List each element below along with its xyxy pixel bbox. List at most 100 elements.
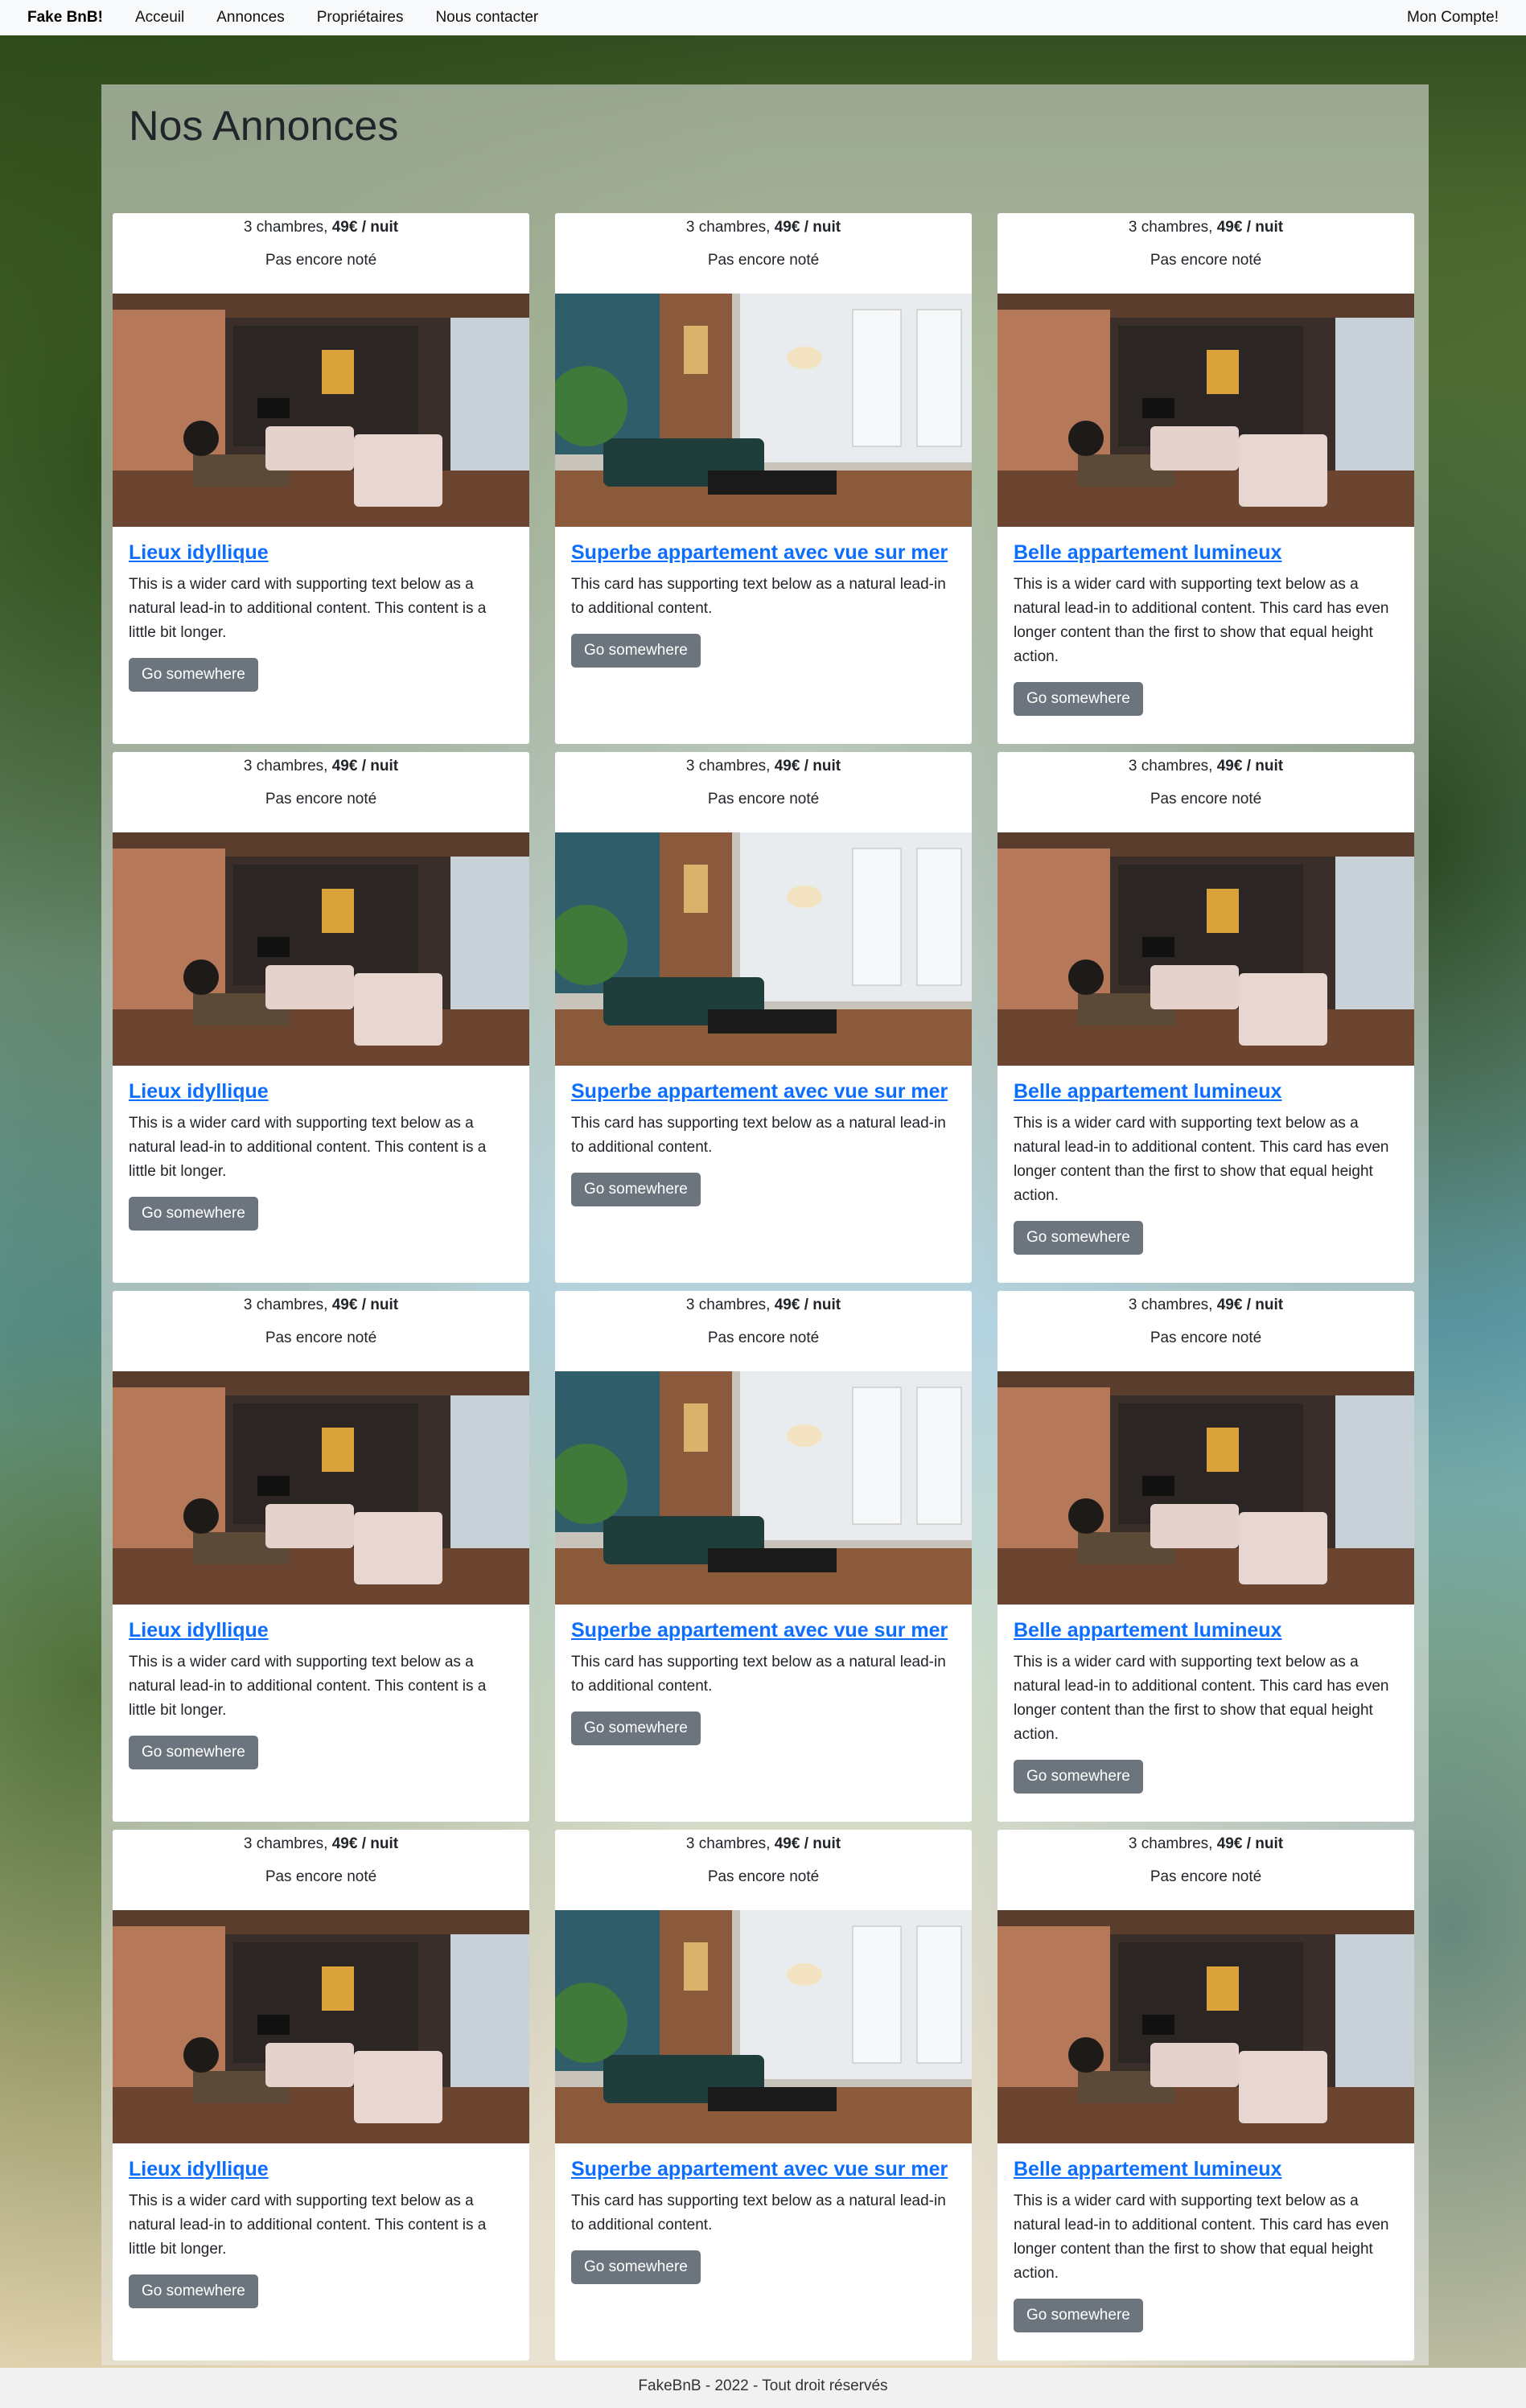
listing-description: This is a wider card with supporting tex… (1014, 2192, 1389, 2282)
card-header: 3 chambres, 49€ / nuit Pas encore noté (113, 1830, 529, 1910)
price-line: 3 chambres, 49€ / nuit (997, 1833, 1414, 1865)
nav-link-annonces[interactable]: Annonces (216, 9, 285, 27)
listing-description: This is a wider card with supporting tex… (129, 1654, 487, 1719)
listing-title-link[interactable]: Lieux idyllique (129, 1080, 269, 1103)
price-line: 3 chambres, 49€ / nuit (113, 755, 529, 787)
living-room-photo (555, 1910, 972, 2143)
listing-description: This is a wider card with supporting tex… (1014, 1115, 1389, 1204)
listing-card: 3 chambres, 49€ / nuit Pas encore noté Sup… (555, 1830, 972, 2361)
rating-status: Pas encore noté (265, 252, 377, 269)
listing-title-link[interactable]: Lieux idyllique (129, 541, 269, 565)
nav-link-accueil[interactable]: Acceuil (135, 9, 184, 27)
card-body: Superbe appartement avec vue sur mer This… (555, 2143, 972, 2299)
rooms-count: 3 chambres, (685, 1296, 775, 1313)
living-room-photo (997, 832, 1414, 1066)
price-line: 3 chambres, 49€ / nuit (555, 216, 972, 249)
listing-title-link[interactable]: Superbe appartement avec vue sur mer (571, 541, 948, 565)
navbar: Fake BnB! Acceuil Annonces Propriétaires… (0, 0, 1526, 35)
footer-text: FakeBnB - 2022 - Tout droit réservés (638, 2377, 888, 2394)
listing-description: This is a wider card with supporting tex… (129, 576, 487, 641)
card-header: 3 chambres, 49€ / nuit Pas encore noté (555, 1830, 972, 1910)
account-link[interactable]: Mon Compte! (1407, 9, 1499, 27)
rating-status: Pas encore noté (1150, 1329, 1262, 1346)
listing-title-link[interactable]: Belle appartement lumineux (1014, 1080, 1281, 1103)
card-body: Superbe appartement avec vue sur mer This… (555, 527, 972, 682)
rooms-count: 3 chambres, (1128, 219, 1217, 236)
go-somewhere-button[interactable]: Go somewhere (1014, 1221, 1143, 1255)
nav-link-contact[interactable]: Nous contacter (435, 9, 538, 27)
listing-title-link[interactable]: Belle appartement lumineux (1014, 1619, 1281, 1642)
price: 49€ / nuit (774, 219, 841, 236)
go-somewhere-button[interactable]: Go somewhere (571, 1173, 701, 1206)
card-body: Lieux idyllique This is a wider card with… (113, 1066, 529, 1245)
go-somewhere-button[interactable]: Go somewhere (571, 2250, 701, 2284)
price: 49€ / nuit (774, 758, 841, 775)
brand-link[interactable]: Fake BnB! (27, 9, 103, 27)
rating-status: Pas encore noté (1150, 252, 1262, 269)
price: 49€ / nuit (331, 219, 399, 236)
go-somewhere-button[interactable]: Go somewhere (1014, 682, 1143, 716)
price-line: 3 chambres, 49€ / nuit (997, 1294, 1414, 1326)
price: 49€ / nuit (1216, 219, 1284, 236)
go-somewhere-button[interactable]: Go somewhere (1014, 2299, 1143, 2332)
card-body: Superbe appartement avec vue sur mer This… (555, 1066, 972, 1221)
listing-title-link[interactable]: Belle appartement lumineux (1014, 2158, 1281, 2181)
rating-status: Pas encore noté (707, 252, 820, 269)
card-body: Belle appartement lumineux This is a wide… (997, 1605, 1414, 1808)
listing-description: This card has supporting text below as a… (571, 2192, 946, 2233)
card-header: 3 chambres, 49€ / nuit Pas encore noté (555, 213, 972, 294)
listing-title-link[interactable]: Superbe appartement avec vue sur mer (571, 2158, 948, 2181)
go-somewhere-button[interactable]: Go somewhere (571, 634, 701, 668)
go-somewhere-button[interactable]: Go somewhere (129, 1736, 258, 1769)
card-header: 3 chambres, 49€ / nuit Pas encore noté (113, 752, 529, 832)
card-header: 3 chambres, 49€ / nuit Pas encore noté (113, 213, 529, 294)
living-room-photo (555, 1371, 972, 1605)
price-line: 3 chambres, 49€ / nuit (555, 1294, 972, 1326)
rooms-count: 3 chambres, (685, 219, 775, 236)
price: 49€ / nuit (774, 1296, 841, 1313)
nav-link-proprietaires[interactable]: Propriétaires (317, 9, 404, 27)
card-header: 3 chambres, 49€ / nuit Pas encore noté (555, 752, 972, 832)
card-header: 3 chambres, 49€ / nuit Pas encore noté (997, 752, 1414, 832)
price: 49€ / nuit (1216, 1296, 1284, 1313)
listing-card: 3 chambres, 49€ / nuit Pas encore noté Bel… (997, 213, 1414, 744)
listing-description: This card has supporting text below as a… (571, 1115, 946, 1156)
listing-card: 3 chambres, 49€ / nuit Pas encore noté Lie… (113, 752, 529, 1283)
rating-status: Pas encore noté (265, 791, 377, 807)
listing-card: 3 chambres, 49€ / nuit Pas encore noté Bel… (997, 1291, 1414, 1822)
listing-title-link[interactable]: Lieux idyllique (129, 1619, 269, 1642)
listing-card: 3 chambres, 49€ / nuit Pas encore noté Lie… (113, 1291, 529, 1822)
main-container: Nos Annonces 3 chambres, 49€ / nuit Pas e… (101, 84, 1429, 2365)
listing-title-link[interactable]: Lieux idyllique (129, 2158, 269, 2181)
go-somewhere-button[interactable]: Go somewhere (129, 658, 258, 692)
go-somewhere-button[interactable]: Go somewhere (129, 2274, 258, 2308)
go-somewhere-button[interactable]: Go somewhere (571, 1711, 701, 1745)
go-somewhere-button[interactable]: Go somewhere (1014, 1760, 1143, 1794)
card-body: Lieux idyllique This is a wider card with… (113, 1605, 529, 1784)
rating-status: Pas encore noté (707, 1329, 820, 1346)
rooms-count: 3 chambres, (685, 758, 775, 775)
rooms-count: 3 chambres, (1128, 1296, 1217, 1313)
price-line: 3 chambres, 49€ / nuit (997, 755, 1414, 787)
listing-description: This is a wider card with supporting tex… (1014, 1654, 1389, 1743)
rating-status: Pas encore noté (265, 1329, 377, 1346)
listing-card: 3 chambres, 49€ / nuit Pas encore noté Sup… (555, 213, 972, 744)
price: 49€ / nuit (331, 1296, 399, 1313)
listing-card: 3 chambres, 49€ / nuit Pas encore noté Sup… (555, 752, 972, 1283)
price: 49€ / nuit (331, 1835, 399, 1852)
rooms-count: 3 chambres, (1128, 758, 1217, 775)
rooms-count: 3 chambres, (243, 1296, 332, 1313)
listing-title-link[interactable]: Superbe appartement avec vue sur mer (571, 1080, 948, 1103)
price: 49€ / nuit (331, 758, 399, 775)
listing-title-link[interactable]: Superbe appartement avec vue sur mer (571, 1619, 948, 1642)
listing-title-link[interactable]: Belle appartement lumineux (1014, 541, 1281, 565)
page-title: Nos Annonces (129, 103, 399, 150)
go-somewhere-button[interactable]: Go somewhere (129, 1197, 258, 1231)
living-room-photo (555, 832, 972, 1066)
card-header: 3 chambres, 49€ / nuit Pas encore noté (997, 1291, 1414, 1371)
rating-status: Pas encore noté (707, 1868, 820, 1885)
price: 49€ / nuit (1216, 1835, 1284, 1852)
rooms-count: 3 chambres, (243, 1835, 332, 1852)
footer: FakeBnB - 2022 - Tout droit réservés (0, 2368, 1526, 2408)
rooms-count: 3 chambres, (1128, 1835, 1217, 1852)
